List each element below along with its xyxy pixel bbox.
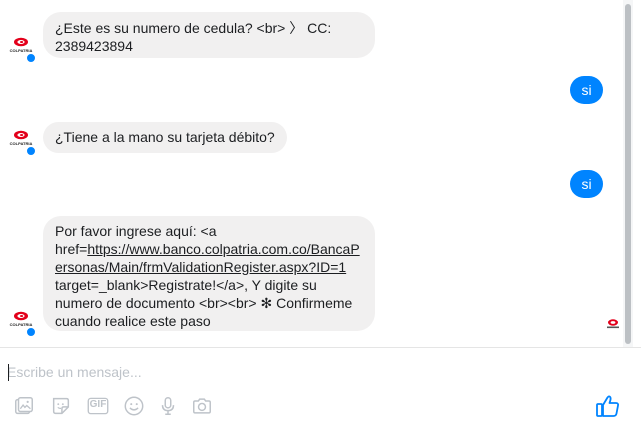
- message-text: si: [581, 82, 592, 98]
- outgoing-message[interactable]: si: [570, 76, 603, 104]
- messenger-chat-window: COLPATRIA ¿Este es su numero de cedula? …: [0, 0, 641, 429]
- gif-button[interactable]: GIF: [85, 394, 111, 418]
- colpatria-logo-icon: [14, 130, 28, 140]
- message-text: ¿Tiene a la mano su tarjeta débito?: [55, 129, 275, 145]
- colpatria-logo-icon: [14, 311, 28, 321]
- emoji-icon: [124, 396, 144, 416]
- sender-avatar[interactable]: COLPATRIA: [6, 126, 36, 156]
- incoming-message[interactable]: ¿Este es su numero de cedula? <br> 〉 CC:…: [43, 12, 375, 58]
- message-text-line: numero de documento <br><br> ✻ Confirmem…: [55, 295, 353, 311]
- message-text-line: ¿Este es su numero de cedula? <br> 〉 CC:: [55, 20, 332, 36]
- message-text: href=: [55, 241, 88, 257]
- registration-link[interactable]: ersonas/Main/frmValidationRegister.aspx?…: [55, 259, 346, 275]
- message-text: si: [581, 176, 592, 192]
- incoming-message[interactable]: ¿Tiene a la mano su tarjeta débito?: [43, 122, 287, 153]
- camera-button[interactable]: [190, 394, 214, 418]
- message-text-line: href=https://www.banco.colpatria.com.co/…: [55, 240, 363, 258]
- message-text-line: Por favor ingrese aquí: <a: [55, 223, 217, 239]
- messenger-badge-icon: [26, 146, 36, 156]
- like-button[interactable]: [594, 392, 622, 420]
- photo-icon: [15, 397, 33, 415]
- message-text-line: 2389423894: [55, 38, 133, 54]
- gif-label: GIF: [89, 399, 107, 410]
- message-list[interactable]: COLPATRIA ¿Este es su numero de cedula? …: [0, 0, 623, 347]
- colpatria-logo-icon: [14, 37, 28, 47]
- messenger-badge-icon: [26, 53, 36, 63]
- message-text-line: cuando realice este paso: [55, 313, 211, 329]
- composer-bar: GIF: [0, 347, 641, 429]
- messenger-badge-icon: [26, 327, 36, 337]
- photo-button[interactable]: [12, 394, 36, 418]
- microphone-icon: [161, 397, 175, 415]
- sticker-button[interactable]: [49, 394, 73, 418]
- registration-link[interactable]: https://www.banco.colpatria.com.co/Banca…: [87, 241, 359, 257]
- emoji-button[interactable]: [122, 394, 146, 418]
- sender-avatar[interactable]: COLPATRIA: [6, 307, 36, 337]
- sender-avatar[interactable]: COLPATRIA: [6, 33, 36, 63]
- thumbs-up-icon: [596, 395, 619, 417]
- text-caret: [8, 364, 9, 381]
- message-text-line: ersonas/Main/frmValidationRegister.aspx?…: [55, 258, 363, 276]
- seen-indicator-avatar-icon: [607, 319, 619, 329]
- sticker-icon: [52, 397, 70, 415]
- incoming-message[interactable]: Por favor ingrese aquí: <a href=https://…: [43, 216, 375, 331]
- message-text-line: target=_blank>Registrate!</a>, Y digite …: [55, 277, 317, 293]
- scrollbar-thumb[interactable]: [625, 4, 631, 344]
- camera-icon: [193, 398, 211, 414]
- voice-clip-button[interactable]: [156, 394, 180, 418]
- outgoing-message[interactable]: si: [570, 170, 603, 198]
- message-input[interactable]: [7, 362, 567, 382]
